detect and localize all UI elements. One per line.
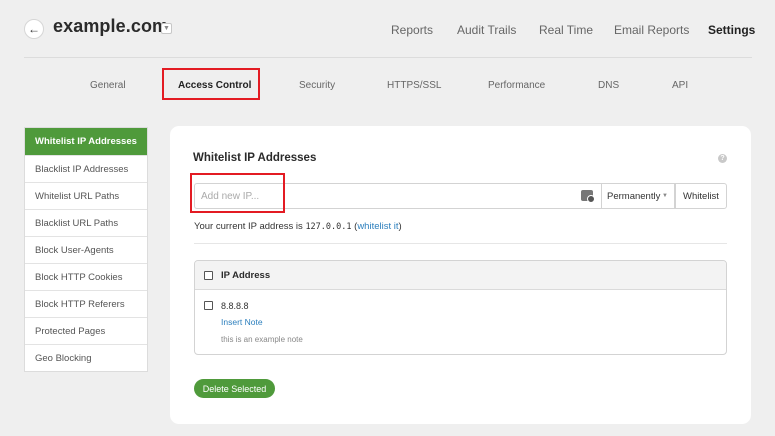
- sidebar-item-whitelist-ip[interactable]: Whitelist IP Addresses: [25, 128, 147, 155]
- insert-note-link[interactable]: Insert Note: [221, 317, 263, 327]
- top-bar: ← example.com ▼ Reports Audit Trails Rea…: [0, 0, 775, 58]
- nav-audit-trails[interactable]: Audit Trails: [457, 23, 516, 37]
- panel-divider: [194, 243, 727, 244]
- current-ip: 127.0.0.1: [305, 222, 352, 232]
- highlight-access-control: [162, 68, 260, 100]
- sidebar-item-block-user-agents[interactable]: Block User-Agents: [25, 236, 147, 263]
- main-panel: Whitelist IP Addresses ? Permanently ▼ W…: [170, 126, 751, 424]
- tab-api[interactable]: API: [672, 80, 688, 91]
- panel-title: Whitelist IP Addresses: [193, 152, 317, 164]
- whitelist-button[interactable]: Whitelist: [675, 183, 727, 209]
- tab-dns[interactable]: DNS: [598, 80, 619, 91]
- whitelist-it-link[interactable]: whitelist it: [357, 221, 398, 232]
- select-all-checkbox[interactable]: [204, 270, 213, 280]
- sidebar-item-block-http-referers[interactable]: Block HTTP Referers: [25, 290, 147, 317]
- row-checkbox[interactable]: [204, 301, 213, 310]
- nav-real-time[interactable]: Real Time: [539, 23, 593, 37]
- back-arrow-icon[interactable]: ←: [24, 19, 44, 39]
- sidebar-item-blacklist-url[interactable]: Blacklist URL Paths: [25, 209, 147, 236]
- ip-lookup-icon[interactable]: [581, 190, 595, 203]
- current-ip-info: Your current IP address is 127.0.0.1 (wh…: [194, 221, 402, 232]
- header-divider: [24, 57, 752, 58]
- tab-security[interactable]: Security: [299, 80, 335, 91]
- highlight-ip-input: [190, 173, 285, 213]
- tab-performance[interactable]: Performance: [488, 80, 545, 91]
- nav-settings[interactable]: Settings: [708, 23, 755, 37]
- tab-general[interactable]: General: [90, 80, 126, 91]
- sidebar: Whitelist IP Addresses Blacklist IP Addr…: [24, 127, 148, 372]
- chevron-down-icon[interactable]: ▼: [161, 23, 172, 34]
- sidebar-item-protected-pages[interactable]: Protected Pages: [25, 317, 147, 344]
- duration-value: Permanently: [607, 190, 661, 202]
- sidebar-item-geo-blocking[interactable]: Geo Blocking: [25, 344, 147, 371]
- sidebar-item-blacklist-ip[interactable]: Blacklist IP Addresses: [25, 155, 147, 182]
- chevron-down-icon: ▼: [662, 193, 668, 199]
- row-ip: 8.8.8.8: [221, 301, 249, 311]
- column-ip-address: IP Address: [221, 269, 271, 281]
- delete-selected-button[interactable]: Delete Selected: [194, 379, 275, 398]
- site-name[interactable]: example.com: [53, 16, 168, 37]
- duration-select[interactable]: Permanently ▼: [601, 183, 675, 209]
- tab-https-ssl[interactable]: HTTPS/SSL: [387, 80, 441, 91]
- table-header: IP Address: [195, 261, 726, 290]
- ip-info-prefix: Your current IP address is: [194, 221, 303, 232]
- row-note: this is an example note: [221, 335, 303, 344]
- nav-reports[interactable]: Reports: [391, 23, 433, 37]
- sidebar-item-block-http-cookies[interactable]: Block HTTP Cookies: [25, 263, 147, 290]
- sidebar-item-whitelist-url[interactable]: Whitelist URL Paths: [25, 182, 147, 209]
- nav-email-reports[interactable]: Email Reports: [614, 23, 689, 37]
- question-circle-icon[interactable]: ?: [718, 154, 727, 163]
- ip-table: IP Address 8.8.8.8 Insert Note this is a…: [194, 260, 727, 355]
